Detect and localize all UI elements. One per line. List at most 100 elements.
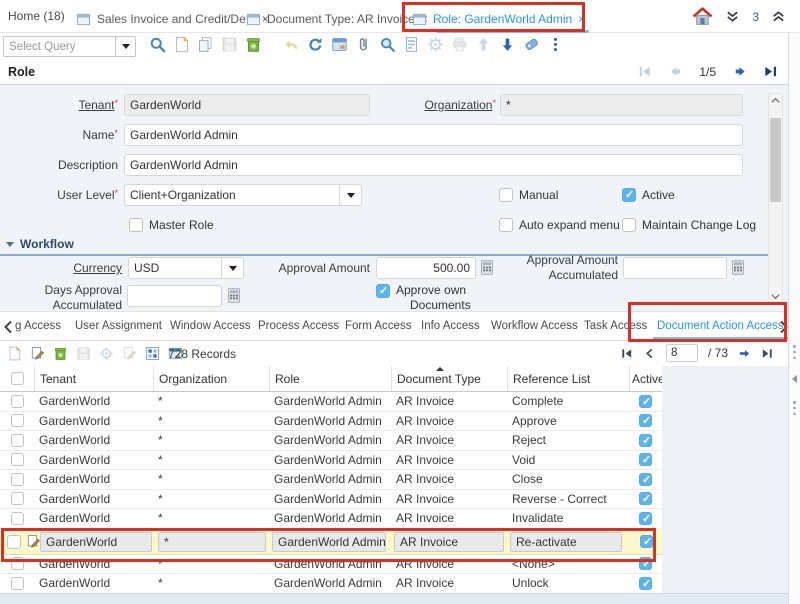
- column-header-document-type[interactable]: Document Type: [391, 366, 507, 391]
- master-role-checkbox[interactable]: [129, 218, 143, 232]
- zoom-across-button[interactable]: [378, 35, 396, 53]
- process-button[interactable]: [426, 35, 444, 53]
- print-button[interactable]: [450, 35, 468, 53]
- active-checkbox[interactable]: [622, 188, 636, 202]
- select-query-combobox[interactable]: Select Query: [3, 36, 136, 57]
- detail-tab-task-access[interactable]: Task Access: [584, 320, 647, 332]
- currency-dropdown-button[interactable]: [221, 258, 243, 278]
- next-record-icon[interactable]: [732, 64, 747, 79]
- active-checkbox[interactable]: [640, 535, 653, 548]
- page-last-icon[interactable]: [761, 347, 774, 360]
- grid-edit-button[interactable]: [29, 345, 45, 361]
- page-number-input[interactable]: [666, 344, 698, 362]
- expand-all-icon[interactable]: [771, 9, 786, 24]
- table-row[interactable]: GardenWorld*GardenWorld AdminAR InvoiceA…: [0, 412, 662, 432]
- delete-record-button[interactable]: [244, 35, 262, 53]
- save-record-button[interactable]: [220, 35, 238, 53]
- home-icon[interactable]: [692, 6, 713, 27]
- parent-record-button[interactable]: [474, 35, 492, 53]
- tab-document-type[interactable]: Document Type: AR Invoice ×: [246, 6, 428, 32]
- page-previous-icon[interactable]: [643, 347, 656, 360]
- row-select-checkbox[interactable]: [11, 473, 24, 486]
- active-checkbox[interactable]: [639, 512, 652, 525]
- tab-sales-invoice[interactable]: Sales Invoice and Credit/De... ×: [76, 6, 269, 32]
- form-scrollbar[interactable]: [768, 93, 783, 303]
- first-record-icon[interactable]: [637, 64, 652, 79]
- detail-tab-info-access[interactable]: Info Access: [421, 320, 480, 332]
- row-select-checkbox[interactable]: [11, 453, 24, 466]
- workflow-group-header[interactable]: Workflow: [6, 237, 74, 251]
- active-checkbox[interactable]: [639, 557, 652, 570]
- row-select-checkbox[interactable]: [7, 535, 21, 549]
- approval-amount-field[interactable]: 500.00: [376, 257, 476, 279]
- row-select-checkbox[interactable]: [11, 577, 24, 590]
- detail-tab-user-assignment[interactable]: User Assignment: [75, 320, 162, 332]
- find-record-button[interactable]: [148, 35, 166, 53]
- active-checkbox[interactable]: [639, 577, 652, 590]
- select-all-checkbox[interactable]: [11, 372, 24, 385]
- scroll-down-icon[interactable]: [769, 290, 782, 302]
- tab-close-icon[interactable]: ×: [578, 12, 585, 26]
- detail-tab-form-access[interactable]: Form Access: [345, 320, 411, 332]
- user-level-combobox[interactable]: Client+Organization: [124, 184, 362, 206]
- expand-panel-icon[interactable]: [792, 375, 797, 383]
- days-approval-accumulated-field[interactable]: [127, 285, 222, 307]
- active-checkbox[interactable]: [639, 414, 652, 427]
- row-select-checkbox[interactable]: [11, 557, 24, 570]
- table-row[interactable]: GardenWorld*GardenWorld AdminAR InvoiceU…: [0, 574, 662, 594]
- new-record-button[interactable]: [172, 35, 190, 53]
- active-checkbox[interactable]: [639, 453, 652, 466]
- currency-combobox[interactable]: USD: [128, 257, 244, 279]
- calculator-icon[interactable]: [479, 259, 495, 276]
- table-row[interactable]: GardenWorld*GardenWorld AdminAR InvoiceR…: [0, 431, 662, 451]
- grid-customize-button[interactable]: [144, 345, 160, 361]
- tab-role-gardenworld-admin[interactable]: Role: GardenWorld Admin ×: [412, 6, 585, 32]
- row-select-checkbox[interactable]: [11, 434, 24, 447]
- description-field[interactable]: GardenWorld Admin: [124, 154, 743, 176]
- maintain-change-log-checkbox[interactable]: [622, 218, 636, 232]
- detail-tab-g-access[interactable]: g Access: [15, 320, 61, 332]
- page-next-icon[interactable]: [738, 347, 751, 360]
- page-first-icon[interactable]: [620, 347, 633, 360]
- table-row[interactable]: GardenWorld*GardenWorld AdminAR InvoiceC…: [0, 392, 662, 412]
- tab-home[interactable]: Home (18): [8, 9, 65, 23]
- approval-amount-accumulated-field[interactable]: [623, 257, 727, 279]
- label-button[interactable]: [522, 35, 540, 53]
- previous-record-icon[interactable]: [668, 64, 683, 79]
- grid-toggle-button[interactable]: [330, 35, 348, 53]
- manual-checkbox[interactable]: [499, 188, 513, 202]
- detail-tab-document-action-access[interactable]: Document Action Access: [657, 320, 784, 332]
- grid-save-button[interactable]: [75, 345, 91, 361]
- row-select-checkbox[interactable]: [11, 492, 24, 505]
- grid-new-button[interactable]: [6, 345, 22, 361]
- table-row[interactable]: GardenWorld*GardenWorld AdminAR InvoiceR…: [0, 490, 662, 510]
- row-select-checkbox[interactable]: [11, 512, 24, 525]
- scrollbar-thumb[interactable]: [770, 118, 781, 202]
- table-row[interactable]: GardenWorld*GardenWorld AdminAR InvoiceI…: [0, 509, 662, 529]
- detail-tab-window-access[interactable]: Window Access: [170, 320, 251, 332]
- calculator-icon[interactable]: [226, 287, 242, 304]
- copy-record-button[interactable]: [196, 35, 214, 53]
- column-header-active[interactable]: Active: [629, 366, 662, 391]
- grid-ignore-button[interactable]: [121, 345, 137, 361]
- table-row-selected[interactable]: GardenWorld*GardenWorld AdminAR InvoiceR…: [0, 529, 662, 555]
- active-checkbox[interactable]: [639, 434, 652, 447]
- column-header-organization[interactable]: Organization: [153, 366, 269, 391]
- auto-expand-menu-checkbox[interactable]: [499, 218, 513, 232]
- table-row[interactable]: GardenWorld*GardenWorld AdminAR InvoiceC…: [0, 470, 662, 490]
- attachment-button[interactable]: [354, 35, 372, 53]
- name-field[interactable]: GardenWorld Admin: [124, 124, 743, 146]
- refresh-button[interactable]: [306, 35, 324, 53]
- active-checkbox[interactable]: [639, 473, 652, 486]
- column-header-reference-list[interactable]: Reference List: [507, 366, 629, 391]
- detail-tab-workflow-access[interactable]: Workflow Access: [491, 320, 578, 332]
- row-select-checkbox[interactable]: [11, 414, 24, 427]
- scroll-up-icon[interactable]: [769, 94, 782, 106]
- grid-process-button[interactable]: [98, 345, 114, 361]
- detail-record-button[interactable]: [498, 35, 516, 53]
- column-header-role[interactable]: Role: [269, 366, 391, 391]
- east-panel-collapsed[interactable]: [788, 33, 800, 604]
- user-level-dropdown-button[interactable]: [339, 185, 361, 205]
- report-button[interactable]: [402, 35, 420, 53]
- table-row[interactable]: GardenWorld*GardenWorld AdminAR Invoice<…: [0, 555, 662, 575]
